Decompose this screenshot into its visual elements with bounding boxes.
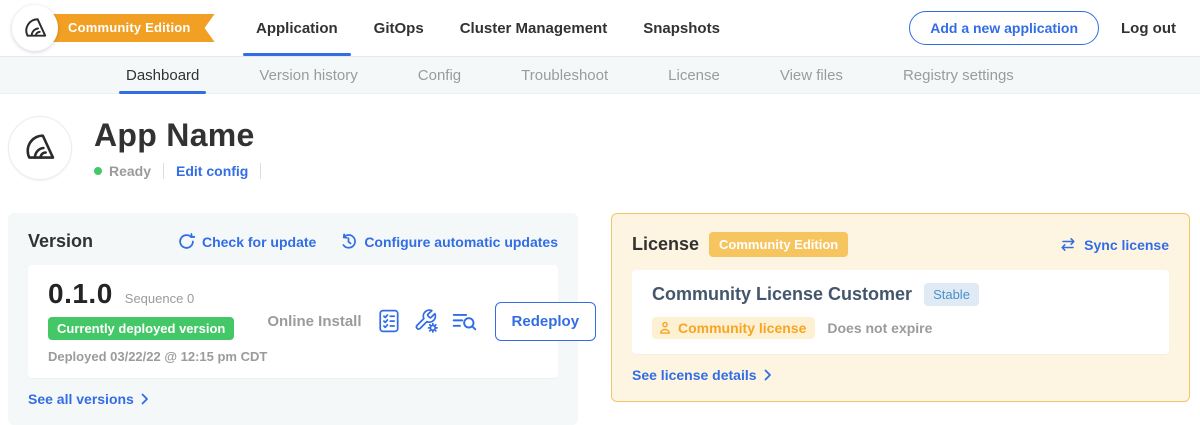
- license-type-badge: Community license: [652, 317, 815, 339]
- tab-application[interactable]: Application: [238, 0, 356, 56]
- app-avatar: [8, 116, 72, 180]
- checklist-icon: [379, 309, 400, 333]
- app-status-row: Ready Edit config: [94, 163, 273, 179]
- subtab-troubleshoot[interactable]: Troubleshoot: [521, 57, 608, 93]
- app-title-block: App Name Ready Edit config: [94, 116, 273, 180]
- see-all-versions-link[interactable]: See all versions: [28, 391, 149, 407]
- version-card-actions: Check for update Configure automatic upd…: [178, 233, 558, 250]
- primary-tabs: Application GitOps Cluster Management Sn…: [238, 0, 738, 56]
- version-card-title: Version: [28, 231, 93, 252]
- deploy-logs-icon[interactable]: [452, 311, 477, 332]
- person-icon: [658, 321, 672, 335]
- stable-channel-badge: Stable: [924, 283, 979, 306]
- license-card-actions: Sync license: [1059, 237, 1169, 253]
- tab-snapshots[interactable]: Snapshots: [625, 0, 738, 56]
- deployed-timestamp: Deployed 03/22/22 @ 12:15 pm CDT: [48, 349, 267, 364]
- replicated-logo-icon: [22, 15, 49, 42]
- replicated-logo-button[interactable]: [12, 5, 58, 51]
- license-card-footer: See license details: [632, 367, 1169, 385]
- preflight-checks-icon[interactable]: [379, 309, 400, 333]
- subtab-license[interactable]: License: [668, 57, 720, 93]
- subtab-dashboard[interactable]: Dashboard: [126, 57, 199, 93]
- chevron-right-icon: [764, 369, 772, 381]
- license-card-title: License: [632, 234, 699, 255]
- version-info: 0.1.0 Sequence 0 Currently deployed vers…: [48, 278, 267, 364]
- app-title: App Name: [94, 117, 273, 154]
- version-card: Version Check for update Configure au: [8, 213, 578, 425]
- configure-automatic-updates-label: Configure automatic updates: [364, 234, 558, 250]
- refresh-icon: [178, 233, 195, 250]
- subtab-view-files[interactable]: View files: [780, 57, 843, 93]
- log-out-link[interactable]: Log out: [1121, 20, 1176, 37]
- version-actions: Online Install: [267, 302, 596, 341]
- community-edition-badge: Community Edition: [709, 232, 848, 257]
- version-card-header: Version Check for update Configure au: [28, 231, 558, 252]
- check-for-update-link[interactable]: Check for update: [178, 233, 316, 250]
- sync-license-label: Sync license: [1084, 237, 1169, 253]
- license-card-header: License Community Edition Sync license: [632, 232, 1169, 257]
- divider: [163, 163, 164, 179]
- chevron-right-icon: [141, 393, 149, 405]
- wrench-gear-icon: [413, 308, 439, 334]
- install-type-label: Online Install: [267, 313, 361, 330]
- replicated-logo-icon: [22, 130, 58, 166]
- version-card-footer: See all versions: [28, 391, 558, 409]
- subtab-config[interactable]: Config: [418, 57, 461, 93]
- license-card: License Community Edition Sync license C…: [611, 213, 1190, 402]
- tab-gitops[interactable]: GitOps: [356, 0, 442, 56]
- license-meta-row: Community license Does not expire: [652, 317, 1149, 339]
- see-license-details-link[interactable]: See license details: [632, 367, 772, 383]
- expiration-text: Does not expire: [827, 320, 932, 336]
- customer-name: Community License Customer: [652, 284, 912, 305]
- sync-license-link[interactable]: Sync license: [1059, 237, 1169, 253]
- community-edition-banner: Community Edition: [38, 14, 215, 42]
- version-number: 0.1.0: [48, 278, 113, 310]
- add-a-new-application-button[interactable]: Add a new application: [909, 11, 1099, 45]
- sequence-label: Sequence 0: [125, 291, 194, 306]
- version-number-row: 0.1.0 Sequence 0: [48, 278, 267, 310]
- check-for-update-label: Check for update: [202, 234, 316, 250]
- logs-magnifier-icon: [452, 311, 477, 332]
- secondary-tabs: Dashboard Version history Config Trouble…: [0, 56, 1200, 94]
- brand: Community Edition: [12, 0, 204, 56]
- config-wrench-icon[interactable]: [413, 308, 439, 334]
- subtab-registry-settings[interactable]: Registry settings: [903, 57, 1014, 93]
- divider: [260, 163, 261, 179]
- tab-cluster-management[interactable]: Cluster Management: [442, 0, 626, 56]
- subtab-version-history[interactable]: Version history: [259, 57, 357, 93]
- app-header: App Name Ready Edit config: [0, 94, 1200, 180]
- edit-config-link[interactable]: Edit config: [176, 163, 248, 179]
- status-text: Ready: [109, 163, 151, 179]
- license-panel: Community License Customer Stable Commun…: [632, 270, 1169, 354]
- community-edition-banner-label: Community Edition: [68, 20, 191, 35]
- current-version-panel: 0.1.0 Sequence 0 Currently deployed vers…: [28, 265, 558, 378]
- customer-row: Community License Customer Stable: [652, 283, 1149, 306]
- dashboard-cards: Version Check for update Configure au: [0, 180, 1200, 425]
- top-nav-right: Add a new application Log out: [909, 11, 1176, 45]
- auto-update-clock-icon: [340, 233, 357, 250]
- see-license-details-label: See license details: [632, 367, 757, 383]
- top-nav: Community Edition Application GitOps Clu…: [0, 0, 1200, 56]
- license-type-label: Community license: [678, 320, 806, 336]
- status-dot: [94, 167, 102, 175]
- see-all-versions-label: See all versions: [28, 391, 134, 407]
- redeploy-button[interactable]: Redeploy: [495, 302, 597, 341]
- currently-deployed-badge: Currently deployed version: [48, 317, 234, 340]
- sync-icon: [1059, 237, 1077, 252]
- configure-automatic-updates-link[interactable]: Configure automatic updates: [340, 233, 558, 250]
